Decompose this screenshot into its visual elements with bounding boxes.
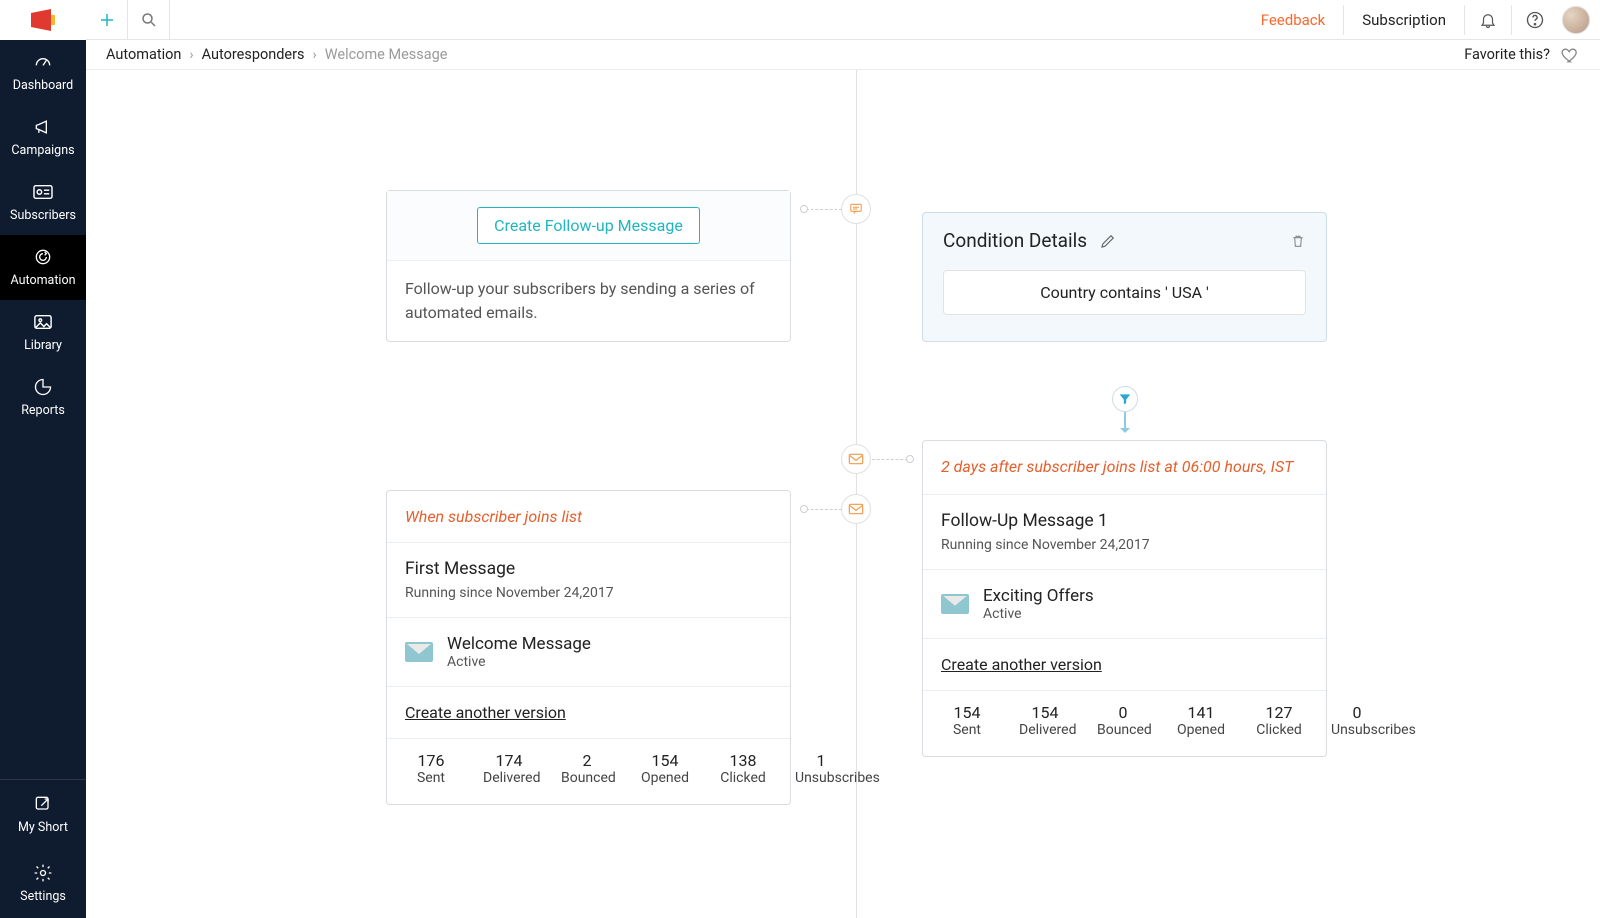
mail-timeline-icon-2 bbox=[841, 494, 871, 524]
sidebar-item-reports[interactable]: Reports bbox=[0, 365, 86, 430]
automation-canvas: Create Follow-up Message Follow-up your … bbox=[86, 70, 1600, 918]
sidebar-item-automation[interactable]: Automation bbox=[0, 235, 86, 300]
condition-title: Condition Details bbox=[943, 229, 1087, 252]
sidebar-item-label: Automation bbox=[11, 273, 76, 288]
search-button[interactable] bbox=[128, 0, 170, 40]
avatar[interactable] bbox=[1562, 6, 1590, 34]
message-name: Welcome Message bbox=[447, 634, 591, 654]
sidebar-item-myshort[interactable]: My Short bbox=[0, 780, 86, 849]
image-icon bbox=[31, 310, 55, 334]
create-followup-button[interactable]: Create Follow-up Message bbox=[477, 207, 700, 244]
envelope-icon bbox=[405, 642, 433, 662]
trigger-text: When subscriber joins list bbox=[405, 507, 582, 526]
subscription-link[interactable]: Subscription bbox=[1344, 11, 1464, 29]
gauge-icon bbox=[31, 50, 55, 74]
crumb-current: Welcome Message bbox=[325, 46, 448, 63]
sidebar-item-dashboard[interactable]: Dashboard bbox=[0, 40, 86, 105]
add-button[interactable] bbox=[86, 0, 128, 40]
sidebar-item-label: Dashboard bbox=[13, 78, 73, 93]
message-state: Active bbox=[447, 654, 591, 670]
create-another-link[interactable]: Create another version bbox=[941, 655, 1102, 674]
create-followup-card: Create Follow-up Message Follow-up your … bbox=[386, 190, 791, 342]
first-message-card: When subscriber joins list First Message… bbox=[386, 490, 791, 805]
id-card-icon bbox=[31, 180, 55, 204]
card-title: Follow-Up Message 1 bbox=[941, 511, 1308, 531]
create-another-link[interactable]: Create another version bbox=[405, 703, 566, 722]
sidebar-item-campaigns[interactable]: Campaigns bbox=[0, 105, 86, 170]
sidebar-item-label: Library bbox=[24, 338, 62, 353]
followup-desc: Follow-up your subscribers by sending a … bbox=[405, 277, 772, 325]
pie-icon bbox=[31, 375, 55, 399]
sidebar-item-subscribers[interactable]: Subscribers bbox=[0, 170, 86, 235]
breadcrumb: Automation › Autoresponders › Welcome Me… bbox=[86, 40, 1600, 70]
megaphone-icon bbox=[31, 115, 55, 139]
crumb-autoresponders[interactable]: Autoresponders bbox=[202, 46, 305, 63]
chat-timeline-icon bbox=[841, 194, 871, 224]
card-title: First Message bbox=[405, 559, 772, 579]
sidebar-item-settings[interactable]: Settings bbox=[0, 849, 86, 918]
trigger-text: 2 days after subscriber joins list at 06… bbox=[941, 457, 1308, 478]
followup1-card: 2 days after subscriber joins list at 06… bbox=[922, 440, 1327, 757]
feedback-link[interactable]: Feedback bbox=[1243, 11, 1344, 29]
card-status: Running since November 24,2017 bbox=[405, 585, 772, 601]
trash-icon[interactable] bbox=[1290, 232, 1306, 250]
condition-rule: Country contains ' USA ' bbox=[943, 270, 1306, 315]
sidebar: Dashboard Campaigns Subscribers Automati… bbox=[0, 0, 86, 918]
automation-icon bbox=[31, 245, 55, 269]
sidebar-item-label: My Short bbox=[18, 820, 68, 835]
stats-row: 176Sent 174Delivered 2Bounced 154Opened … bbox=[387, 738, 790, 804]
crumb-automation[interactable]: Automation bbox=[106, 46, 181, 63]
sidebar-item-label: Subscribers bbox=[10, 208, 76, 223]
heart-icon[interactable] bbox=[1560, 45, 1580, 65]
filter-icon bbox=[1112, 386, 1138, 412]
gear-icon bbox=[31, 861, 55, 885]
external-icon bbox=[31, 792, 55, 816]
condition-card: Condition Details Country contains ' USA… bbox=[922, 212, 1327, 342]
notifications-button[interactable] bbox=[1465, 0, 1511, 40]
topbar: Feedback Subscription bbox=[86, 0, 1600, 40]
sidebar-item-library[interactable]: Library bbox=[0, 300, 86, 365]
sidebar-item-label: Settings bbox=[20, 889, 66, 904]
envelope-icon bbox=[941, 594, 969, 614]
sidebar-item-label: Reports bbox=[21, 403, 65, 418]
message-name: Exciting Offers bbox=[983, 586, 1094, 606]
favorite-label: Favorite this? bbox=[1464, 46, 1550, 63]
sidebar-item-label: Campaigns bbox=[11, 143, 74, 158]
card-status: Running since November 24,2017 bbox=[941, 537, 1308, 553]
message-state: Active bbox=[983, 606, 1094, 622]
help-button[interactable] bbox=[1512, 0, 1558, 40]
stats-row: 154Sent 154Delivered 0Bounced 141Opened … bbox=[923, 690, 1326, 756]
app-logo[interactable] bbox=[0, 0, 86, 40]
edit-icon[interactable] bbox=[1099, 232, 1117, 250]
mail-timeline-icon bbox=[841, 444, 871, 474]
